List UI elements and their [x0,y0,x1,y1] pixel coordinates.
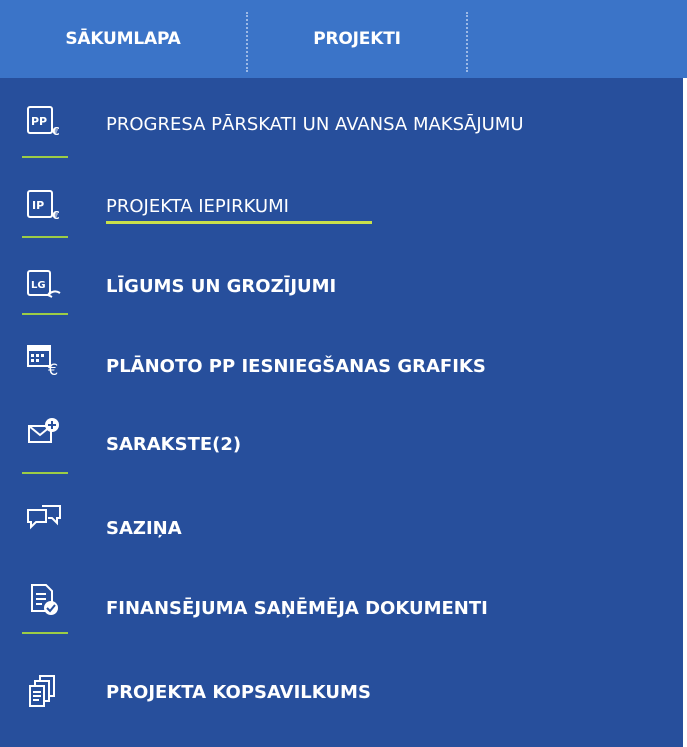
menu-divider [22,156,68,158]
documents-stack-icon [22,674,66,708]
tab-home[interactable]: SĀKUMLAPA [0,0,246,78]
menu-item-recipient-documents[interactable]: FINANSĒJUMA SAŅĒMĒJA DOKUMENTI [0,576,683,656]
tab-projects-label: PROJEKTI [313,29,401,49]
menu-item-label: PROJEKTA IEPIRKUMI [106,196,289,217]
project-menu: PP € PROGRESA PĀRSKATI UN AVANSA MAKSĀJU… [0,78,683,747]
ip-euro-icon: IP € [22,188,66,222]
svg-text:PP: PP [31,115,47,128]
svg-text:LG: LG [31,280,46,291]
menu-item-label: SARAKSTE(2) [106,434,242,455]
active-indicator [106,221,372,224]
pp-euro-icon: PP € [22,104,66,138]
menu-divider [22,313,68,315]
tab-projects[interactable]: PROJEKTI [248,0,466,78]
top-navigation: SĀKUMLAPA PROJEKTI [0,0,687,78]
menu-divider [22,236,68,238]
tab-home-label: SĀKUMLAPA [65,29,181,49]
menu-item-communication[interactable]: SAZIŅA [0,496,683,576]
menu-item-label: PLĀNOTO PP IESNIEGŠANAS GRAFIKS [106,356,486,377]
menu-divider [22,472,68,474]
document-check-icon [22,582,66,616]
menu-item-label: PROJEKTA KOPSAVILKUMS [106,682,371,703]
menu-item-project-summary[interactable]: PROJEKTA KOPSAVILKUMS [0,660,683,740]
menu-item-planned-schedule[interactable]: € PLĀNOTO PP IESNIEGŠANAS GRAFIKS [0,336,683,416]
menu-item-progress-reports[interactable]: PP € PROGRESA PĀRSKATI UN AVANSA MAKSĀJU… [0,96,683,176]
page-edge [683,78,687,747]
svg-text:€: € [51,125,60,138]
svg-text:IP: IP [32,199,44,212]
menu-item-project-procurements[interactable]: IP € PROJEKTA IEPIRKUMI [0,176,683,256]
menu-item-label: FINANSĒJUMA SAŅĒMĒJA DOKUMENTI [106,598,488,619]
menu-item-label: SAZIŅA [106,518,182,539]
menu-item-contract-amendments[interactable]: LG LĪGUMS UN GROZĪJUMI [0,256,683,336]
envelope-plus-icon [22,416,66,450]
menu-item-label: LĪGUMS UN GROZĪJUMI [106,276,337,297]
menu-divider [22,632,68,634]
menu-item-label: PROGRESA PĀRSKATI UN AVANSA MAKSĀJUMU [106,114,524,135]
app-frame: SĀKUMLAPA PROJEKTI PP € PROGRESA PĀRSKAT… [0,0,687,747]
svg-text:€: € [51,209,60,222]
menu-item-correspondence[interactable]: SARAKSTE(2) [0,412,683,492]
svg-text:€: € [48,360,58,376]
nav-separator [466,12,468,72]
chat-bubbles-icon [22,502,66,536]
lg-contract-icon: LG [22,268,66,302]
calendar-euro-icon: € [22,342,66,376]
